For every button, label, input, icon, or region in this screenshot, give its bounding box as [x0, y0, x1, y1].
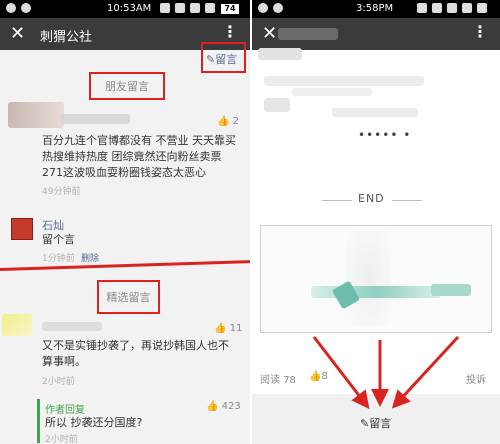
thumb-up-icon: 👍 [217, 116, 230, 127]
more-options-icon[interactable]: ⋮ [222, 22, 238, 41]
left-screenshot: 10:53AM 74 ✕ 刺猬公社 ⋮ ✎留言 朋友留言 👍 2 百分九连个官博… [0, 0, 250, 444]
write-comment-link[interactable]: ✎留言 [206, 51, 237, 67]
arrow-right [391, 335, 460, 409]
author-reply-label: 作者回复 [45, 405, 85, 416]
reply-likes[interactable]: 👍 423 [206, 401, 241, 412]
comment-text: 留个言 [42, 233, 75, 246]
status-time: 10:53AM [107, 3, 152, 14]
comment-likes[interactable]: 👍 2 [217, 116, 239, 127]
blurred-nickname [42, 322, 102, 331]
signal-icon [205, 3, 215, 13]
comment-author[interactable]: 石灿 [42, 217, 64, 233]
featured-comments-label: 精选留言 [106, 291, 151, 304]
likes-count: 11 [229, 323, 243, 334]
close-icon[interactable]: ✕ [10, 23, 25, 44]
alarm-icon [175, 3, 185, 13]
arrow-left [312, 336, 370, 410]
blurred-nickname [60, 114, 130, 124]
comment-line: 热搜维持热度 团综竟然还向粉丝卖票 [42, 150, 222, 163]
weibo-icon [6, 3, 16, 13]
reply-text: 所以 抄袭还分国度? [45, 416, 143, 429]
comment-text: 又不是实锤抄袭了，再说抄韩国人也不 算事啊。 [42, 338, 229, 370]
notification-icons [6, 3, 31, 13]
comment-text: 百分九连个官博都没有 不营业 天天靠买 热搜维持热度 团综竟然还向粉丝卖票 27… [42, 133, 236, 181]
comment-likes[interactable]: 👍 11 [214, 323, 242, 334]
thumb-up-icon: 👍 [206, 401, 219, 412]
status-bar: 10:53AM 74 [0, 0, 250, 18]
likes-count: 423 [221, 401, 241, 412]
status-icons [160, 3, 215, 13]
thumb-up-icon: 👍 [214, 323, 227, 334]
comment-line: 算事啊。 [42, 355, 86, 368]
likes-count: 2 [232, 116, 240, 127]
reply-time: 2小时前 [45, 435, 78, 444]
battery-indicator: 74 [221, 4, 239, 14]
comment-time: 2小时前 [42, 377, 75, 387]
blurred-avatar [8, 102, 64, 128]
page-title: 刺猬公社 [40, 30, 93, 45]
comment-time: 49分钟前 [42, 187, 81, 197]
red-arrows [312, 335, 460, 410]
pencil-icon: ✎ [206, 53, 216, 66]
write-comment-label: 留言 [215, 53, 238, 66]
reply-bar [37, 399, 40, 443]
comment-line: 271这波吸血耍粉圈钱姿态太恶心 [42, 166, 206, 179]
chat-icon [21, 3, 31, 13]
blurred-avatar [2, 314, 32, 336]
right-screenshot: 3:58PM ✕ ⋮ ••••• • END 阅读 78 👍8 投诉 ✎留言 [252, 0, 500, 444]
friends-comments-label: 朋友留言 [105, 80, 149, 93]
red-separator-line [0, 260, 250, 271]
delete-link[interactable]: 删除 [81, 251, 99, 264]
wifi-icon [190, 3, 200, 13]
avatar[interactable] [11, 218, 33, 240]
comment-time: 1分钟前 [42, 254, 75, 264]
comment-line: 又不是实锤抄袭了，再说抄韩国人也不 [42, 339, 229, 352]
vibrate-icon [160, 3, 170, 13]
comment-line: 百分九连个官博都没有 不营业 天天靠买 [42, 134, 236, 147]
